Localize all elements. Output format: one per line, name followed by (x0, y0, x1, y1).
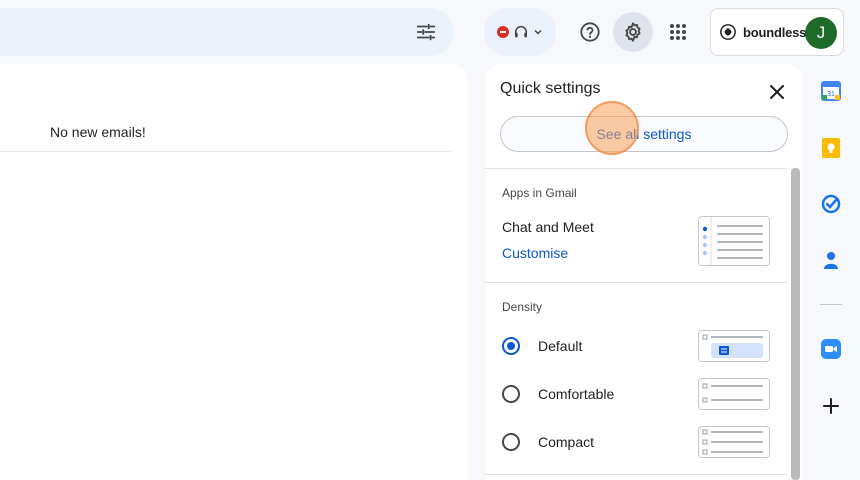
empty-inbox-message: No new emails! (50, 124, 146, 140)
density-option-label: Default (538, 338, 583, 354)
close-icon (770, 85, 784, 99)
help-icon (580, 22, 600, 42)
radio-button[interactable] (502, 385, 520, 403)
divider (485, 474, 787, 475)
contacts-app-button[interactable] (820, 249, 842, 271)
quick-settings-title: Quick settings (500, 80, 601, 97)
divider (485, 282, 787, 283)
org-logo-icon (720, 24, 736, 40)
density-section-label: Density (502, 300, 543, 314)
search-options-button[interactable] (406, 12, 446, 52)
zoom-app-button[interactable] (820, 338, 842, 360)
status-selector[interactable] (484, 8, 556, 56)
calendar-app-button[interactable]: 31 (820, 80, 842, 102)
settings-button[interactable] (613, 12, 653, 52)
divider (820, 304, 842, 305)
close-button[interactable] (763, 78, 791, 106)
chat-meet-preview-graphic (702, 217, 763, 265)
density-option-label: Compact (538, 434, 595, 450)
org-name: boundless (743, 24, 807, 40)
chat-meet-preview (698, 216, 770, 266)
tune-icon (416, 23, 436, 41)
customise-link[interactable]: Customise (502, 245, 568, 261)
radio-button[interactable] (502, 337, 520, 355)
density-default-preview (698, 330, 770, 362)
account-switcher[interactable]: boundless J (710, 8, 844, 56)
scrollbar[interactable] (791, 168, 800, 480)
status-busy-icon (497, 26, 509, 38)
density-comfortable-preview (698, 378, 770, 410)
contacts-icon (824, 252, 838, 269)
calendar-icon: 31 (821, 81, 841, 101)
divider (0, 151, 452, 152)
help-button[interactable] (570, 12, 610, 52)
chevron-down-icon (534, 29, 542, 35)
gear-icon (625, 22, 641, 42)
apps-section-label: Apps in Gmail (502, 186, 577, 200)
mail-list-panel: No new emails! (0, 64, 468, 480)
default-preview-graphic (702, 334, 763, 358)
see-all-settings-button[interactable]: See all settings (500, 116, 788, 152)
comfortable-preview-graphic (702, 383, 763, 403)
add-icon (823, 398, 839, 414)
headset-icon (514, 26, 528, 38)
quick-settings-panel: Quick settings See all settings Apps in … (485, 64, 803, 480)
density-option-default[interactable]: Default (502, 334, 582, 358)
apps-grid-icon (670, 24, 686, 40)
tasks-icon (821, 194, 841, 214)
density-option-compact[interactable]: Compact (502, 430, 594, 454)
compact-preview-graphic (702, 429, 763, 455)
keep-app-button[interactable] (820, 137, 842, 159)
avatar[interactable]: J (805, 17, 837, 49)
apps-button[interactable] (658, 12, 698, 52)
search-bar[interactable] (0, 8, 454, 56)
svg-text:31: 31 (827, 91, 835, 98)
density-option-label: Comfortable (538, 386, 615, 402)
add-app-button[interactable] (820, 395, 842, 417)
keep-icon (822, 138, 840, 158)
radio-button[interactable] (502, 433, 520, 451)
divider (485, 168, 787, 169)
chat-meet-label: Chat and Meet (502, 219, 594, 235)
density-compact-preview (698, 426, 770, 458)
zoom-icon (821, 339, 841, 359)
density-option-comfortable[interactable]: Comfortable (502, 382, 614, 406)
tasks-app-button[interactable] (820, 193, 842, 215)
